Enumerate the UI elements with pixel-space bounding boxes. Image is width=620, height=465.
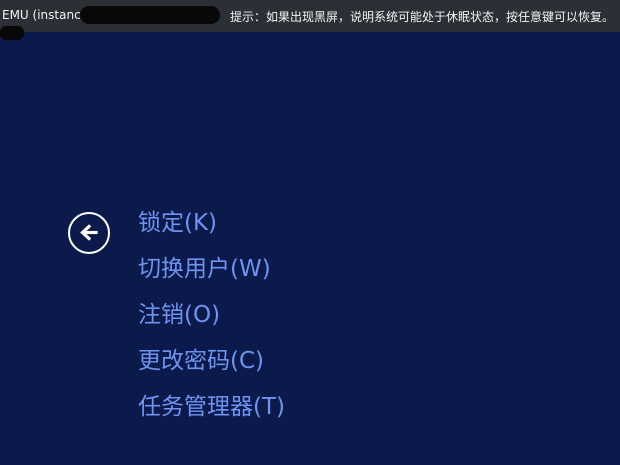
back-button[interactable] [68, 212, 110, 254]
black-screen-hint: 提示：如果出现黑屏，说明系统可能处于休眠状态，按任意键可以恢复。 [229, 10, 614, 24]
menu-item-change-password[interactable]: 更改密码(C) [138, 338, 285, 384]
menu-item-lock[interactable]: 锁定(K) [138, 200, 285, 246]
secure-attention-screen: EMU (instance 提示：如果出现黑屏，说明系统可能处于休眠状态，按任意… [0, 0, 620, 465]
arrow-left-icon [80, 224, 98, 241]
security-options-menu: 锁定(K) 切换用户(W) 注销(O) 更改密码(C) 任务管理器(T) [138, 200, 285, 430]
instance-title: EMU (instance [2, 8, 89, 22]
menu-item-task-manager[interactable]: 任务管理器(T) [138, 384, 285, 430]
emulator-title-bar: EMU (instance 提示：如果出现黑屏，说明系统可能处于休眠状态，按任意… [0, 0, 620, 40]
redacted-instance-name [80, 6, 220, 24]
redacted-mark [0, 26, 24, 40]
menu-item-switch-user[interactable]: 切换用户(W) [138, 246, 285, 292]
menu-item-sign-out[interactable]: 注销(O) [138, 292, 285, 338]
